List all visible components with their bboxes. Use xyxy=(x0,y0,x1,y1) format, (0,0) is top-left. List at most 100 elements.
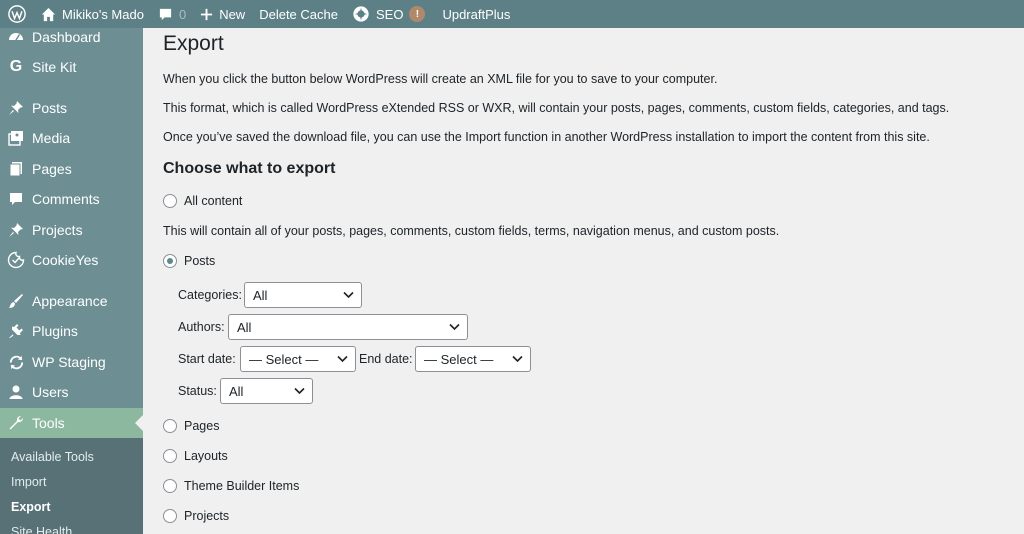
section-title: Choose what to export xyxy=(163,160,336,177)
posts-option[interactable]: Posts xyxy=(163,254,215,268)
google-icon: G xyxy=(9,58,23,75)
intro-paragraph-1: When you click the button below WordPres… xyxy=(163,72,718,86)
theme-builder-option[interactable]: Theme Builder Items xyxy=(163,479,299,493)
sidebar-item-label: Posts xyxy=(32,100,68,116)
chevron-down-icon xyxy=(449,323,460,331)
authors-label: Authors: xyxy=(178,320,225,334)
sidebar-item-plugins[interactable]: Plugins xyxy=(0,316,143,346)
chevron-down-icon xyxy=(343,291,354,299)
end-date-label: End date: xyxy=(359,352,413,366)
comment-icon xyxy=(0,191,32,207)
posts-radio[interactable] xyxy=(163,254,177,268)
categories-value: All xyxy=(253,287,268,303)
media-icon xyxy=(0,130,32,146)
sidebar-item-label: Tools xyxy=(32,415,65,431)
pages-option[interactable]: Pages xyxy=(163,419,219,433)
all-content-label: All content xyxy=(184,194,243,208)
end-date-value: — Select — xyxy=(424,351,494,367)
seo-icon xyxy=(352,5,370,23)
sidebar-item-comments[interactable]: Comments xyxy=(0,184,143,214)
comment-icon xyxy=(158,7,173,22)
sidebar-item-label: WP Staging xyxy=(32,354,106,370)
comments-count: 0 xyxy=(178,6,187,22)
delete-cache-button[interactable]: Delete Cache xyxy=(252,0,345,28)
end-date-select[interactable]: — Select — xyxy=(415,346,531,372)
status-label: Status: xyxy=(178,384,217,398)
all-content-radio[interactable] xyxy=(163,194,177,208)
sidebar-item-users[interactable]: Users xyxy=(0,377,143,407)
status-select[interactable]: All xyxy=(220,378,313,404)
sync-icon xyxy=(0,354,32,371)
updraftplus-label: UpdraftPlus xyxy=(442,6,511,22)
sidebar-item-label: Site Kit xyxy=(32,59,77,75)
seo-alert-badge: ! xyxy=(409,6,426,22)
intro-paragraph-2: This format, which is called WordPress e… xyxy=(163,101,950,115)
sidebar-item-label: Plugins xyxy=(32,323,78,339)
sidebar-item-posts[interactable]: Posts xyxy=(0,93,143,123)
projects-option[interactable]: Projects xyxy=(163,509,229,523)
admin-bar: Mikiko's Mado 0 New Delete Cache SEO ! U… xyxy=(0,0,1024,28)
page-icon xyxy=(0,161,32,177)
pin-icon xyxy=(0,222,32,238)
cookie-icon xyxy=(0,251,32,269)
sidebar-item-site-kit[interactable]: G Site Kit xyxy=(0,52,143,82)
submenu-item-available-tools[interactable]: Available Tools xyxy=(11,450,94,464)
user-icon xyxy=(0,384,32,400)
sidebar-item-label: Media xyxy=(32,130,71,146)
submenu-item-site-health[interactable]: Site Health xyxy=(11,525,72,534)
updraftplus-menu[interactable]: UpdraftPlus xyxy=(432,0,517,28)
authors-value: All xyxy=(237,319,252,335)
sidebar-item-pages[interactable]: Pages xyxy=(0,154,143,184)
layouts-option[interactable]: Layouts xyxy=(163,449,228,463)
theme-builder-label: Theme Builder Items xyxy=(184,479,300,493)
brush-icon xyxy=(0,293,32,309)
posts-label: Posts xyxy=(184,254,216,268)
submenu-item-import[interactable]: Import xyxy=(11,475,46,489)
delete-cache-label: Delete Cache xyxy=(259,6,338,22)
new-content-button[interactable]: New xyxy=(193,0,252,28)
authors-select[interactable]: All xyxy=(228,314,468,340)
site-name: Mikiko's Mado xyxy=(62,6,144,22)
theme-builder-radio[interactable] xyxy=(163,479,177,493)
sidebar-item-label: Comments xyxy=(32,191,100,207)
seo-menu[interactable]: SEO ! xyxy=(345,0,432,28)
sidebar-item-media[interactable]: Media xyxy=(0,123,143,153)
comments-link[interactable]: 0 xyxy=(151,0,193,28)
plugin-icon xyxy=(0,323,32,339)
layouts-label: Layouts xyxy=(184,449,228,463)
sidebar-item-label: Dashboard xyxy=(32,29,101,45)
page-title: Export xyxy=(163,32,224,55)
start-date-label: Start date: xyxy=(178,352,236,366)
pages-radio[interactable] xyxy=(163,419,177,433)
sidebar-item-cookieyes[interactable]: CookieYes xyxy=(0,245,143,275)
all-content-description: This will contain all of your posts, pag… xyxy=(163,224,780,238)
sidebar-item-wp-staging[interactable]: WP Staging xyxy=(0,347,143,377)
categories-select[interactable]: All xyxy=(244,282,362,308)
seo-label: SEO xyxy=(375,6,404,22)
wordpress-logo-icon xyxy=(8,5,26,23)
chevron-down-icon xyxy=(294,387,305,395)
layouts-radio[interactable] xyxy=(163,449,177,463)
status-value: All xyxy=(229,383,244,399)
categories-label: Categories: xyxy=(178,288,242,302)
submenu-item-export[interactable]: Export xyxy=(11,500,51,514)
wrench-icon xyxy=(0,415,32,431)
sidebar-item-label: CookieYes xyxy=(32,252,99,268)
start-date-select[interactable]: — Select — xyxy=(240,346,356,372)
sidebar-item-label: Projects xyxy=(32,222,83,238)
intro-paragraph-3: Once you’ve saved the download file, you… xyxy=(163,130,930,144)
sidebar-item-label: Users xyxy=(32,384,69,400)
main-content: Export When you click the button below W… xyxy=(143,28,1024,534)
pages-label: Pages xyxy=(184,419,220,433)
sidebar-item-projects[interactable]: Projects xyxy=(0,215,143,245)
chevron-down-icon xyxy=(337,355,348,363)
sidebar-item-dashboard[interactable]: Dashboard xyxy=(0,22,143,52)
home-icon xyxy=(41,7,56,22)
plus-icon xyxy=(200,8,213,21)
sidebar-item-tools[interactable]: Tools xyxy=(0,408,143,438)
admin-sidebar: Dashboard G Site Kit Posts Media Pages C… xyxy=(0,28,143,534)
projects-radio[interactable] xyxy=(163,509,177,523)
sidebar-item-label: Appearance xyxy=(32,293,108,309)
all-content-option[interactable]: All content xyxy=(163,194,242,208)
sidebar-item-appearance[interactable]: Appearance xyxy=(0,286,143,316)
